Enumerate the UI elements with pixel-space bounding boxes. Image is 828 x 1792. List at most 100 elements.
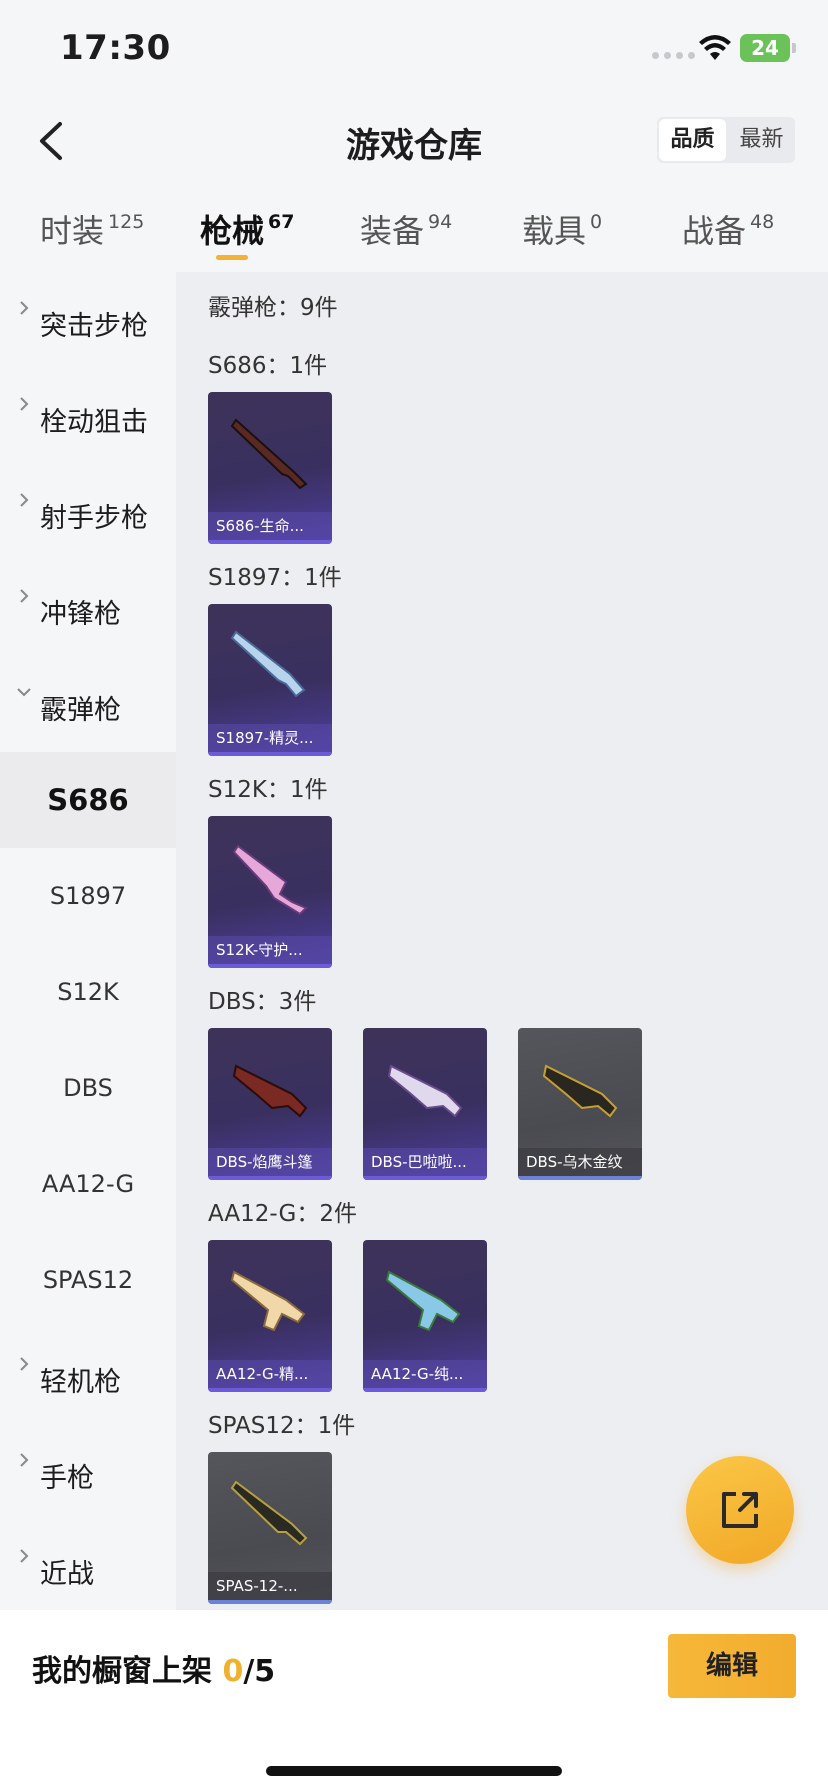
tab-supplies[interactable]: 战备 48 [682,206,774,252]
group-title-s686: S686：1件 [208,353,328,379]
showcase-total: /5 [243,1654,276,1689]
battery-icon: 24 [740,34,790,62]
shotgun-icon [230,630,306,698]
chevron-right-icon [20,1357,29,1371]
item-rarity-bar [363,1176,487,1180]
sidebar-item-smg[interactable]: 冲锋枪 [0,560,176,656]
item-card[interactable]: DBS-乌木金纹 [518,1028,642,1180]
item-card[interactable]: SPAS-12-... [208,1452,332,1604]
sidebar-sub-dbs[interactable]: DBS [0,1040,176,1136]
tab-count: 67 [268,211,295,233]
item-name: DBS-焰鹰斗篷 [208,1148,332,1176]
tab-count: 125 [108,211,145,233]
item-card[interactable]: S686-生命... [208,392,332,544]
item-name: SPAS-12-... [208,1572,332,1600]
item-card[interactable]: AA12-G-纯... [363,1240,487,1392]
tab-count: 94 [428,211,453,233]
sidebar-sub-s1897[interactable]: S1897 [0,848,176,944]
item-card[interactable]: S12K-守护... [208,816,332,968]
sidebar-sub-aa12g[interactable]: AA12-G [0,1136,176,1232]
tab-fashion[interactable]: 时装 125 [40,206,144,252]
shotgun-icon [232,1064,308,1118]
item-rarity-bar [208,1176,332,1180]
shotgun-icon [232,844,308,916]
item-rarity-bar [208,540,332,544]
item-card[interactable]: DBS-焰鹰斗篷 [208,1028,332,1180]
sidebar-item-label: 栓动狙击 [40,407,148,438]
showcase-status: 我的橱窗上架 0/5 [32,1646,275,1690]
tab-label: 载具 [522,212,587,250]
sidebar-item-label: 射手步枪 [40,503,148,534]
sidebar-item-bolt-snipers[interactable]: 栓动狙击 [0,368,176,464]
share-button[interactable] [686,1456,794,1564]
sidebar: 突击步枪 栓动狙击 射手步枪 冲锋枪 霰弹枪 S686 S1897 S12K D… [0,272,176,1610]
category-tabs: 时装 125 枪械 67 装备 94 载具 0 战备 48 [0,200,828,272]
tab-label: 枪械 [200,212,265,250]
tab-label: 时装 [40,212,105,250]
category-summary: 霰弹枪：9件 [208,295,338,321]
tab-count: 48 [750,211,775,233]
tab-label: 装备 [360,212,425,250]
tab-equipment[interactable]: 装备 94 [360,206,452,252]
item-card[interactable]: S1897-精灵... [208,604,332,756]
chevron-right-icon [20,397,29,411]
item-rarity-bar [363,1388,487,1392]
bottom-bar: 我的橱窗上架 0/5 编辑 [0,1610,828,1792]
group-title-spas12: SPAS12：1件 [208,1413,356,1439]
status-bar: 17:30 24 [0,0,828,100]
status-time: 17:30 [60,28,171,68]
shotgun-icon [230,1480,308,1546]
sidebar-item-pistols[interactable]: 手枪 [0,1424,176,1520]
sidebar-item-melee[interactable]: 近战 [0,1520,176,1616]
group-title-aa12g: AA12-G：2件 [208,1201,357,1227]
sidebar-item-assault-rifles[interactable]: 突击步枪 [0,272,176,368]
battery-tip [792,43,796,53]
tab-vehicles[interactable]: 载具 0 [522,206,602,252]
cellular-signal-icon [652,52,695,59]
tab-firearms[interactable]: 枪械 67 [200,206,294,252]
home-indicator [266,1766,562,1776]
item-name: S1897-精灵... [208,724,332,752]
group-title-s1897: S1897：1件 [208,565,342,591]
showcase-label: 我的橱窗上架 [32,1654,223,1689]
item-card[interactable]: DBS-巴啦啦... [363,1028,487,1180]
tab-label: 战备 [682,212,747,250]
chevron-right-icon [20,301,29,315]
chevron-down-icon [17,688,31,697]
sidebar-sub-s12k[interactable]: S12K [0,944,176,1040]
item-name: S12K-守护... [208,936,332,964]
sidebar-item-lmg[interactable]: 轻机枪 [0,1328,176,1424]
sidebar-item-label: 手枪 [40,1463,94,1494]
chevron-right-icon [20,1549,29,1563]
sidebar-item-label: 轻机枪 [40,1367,121,1398]
sidebar-item-shotguns[interactable]: 霰弹枪 [0,656,176,752]
shotgun-icon [385,1270,461,1332]
wifi-icon [699,35,731,60]
item-name: DBS-巴啦啦... [363,1148,487,1176]
edit-button[interactable]: 编辑 [668,1634,796,1698]
sidebar-item-label: 冲锋枪 [40,599,121,630]
shotgun-icon [230,1270,306,1332]
showcase-current-count: 0 [222,1654,244,1689]
item-name: AA12-G-精... [208,1360,332,1388]
item-name: AA12-G-纯... [363,1360,487,1388]
chevron-right-icon [20,1453,29,1467]
item-rarity-bar [208,752,332,756]
sort-quality-button[interactable]: 品质 [659,119,726,161]
shotgun-icon [387,1064,463,1118]
sidebar-sub-s686[interactable]: S686 [0,752,176,848]
sidebar-item-label: 近战 [40,1559,94,1590]
sidebar-sub-spas12[interactable]: SPAS12 [0,1232,176,1328]
sidebar-item-dmr[interactable]: 射手步枪 [0,464,176,560]
sidebar-item-label: 霰弹枪 [40,695,121,726]
sidebar-item-label: 突击步枪 [40,311,148,342]
item-name: DBS-乌木金纹 [518,1148,642,1176]
share-external-icon [722,1492,758,1528]
item-card[interactable]: AA12-G-精... [208,1240,332,1392]
tab-count: 0 [590,211,603,233]
chevron-right-icon [20,589,29,603]
battery-level: 24 [751,36,779,60]
chevron-right-icon [20,493,29,507]
sort-newest-button[interactable]: 最新 [728,117,795,163]
group-title-s12k: S12K：1件 [208,777,328,803]
